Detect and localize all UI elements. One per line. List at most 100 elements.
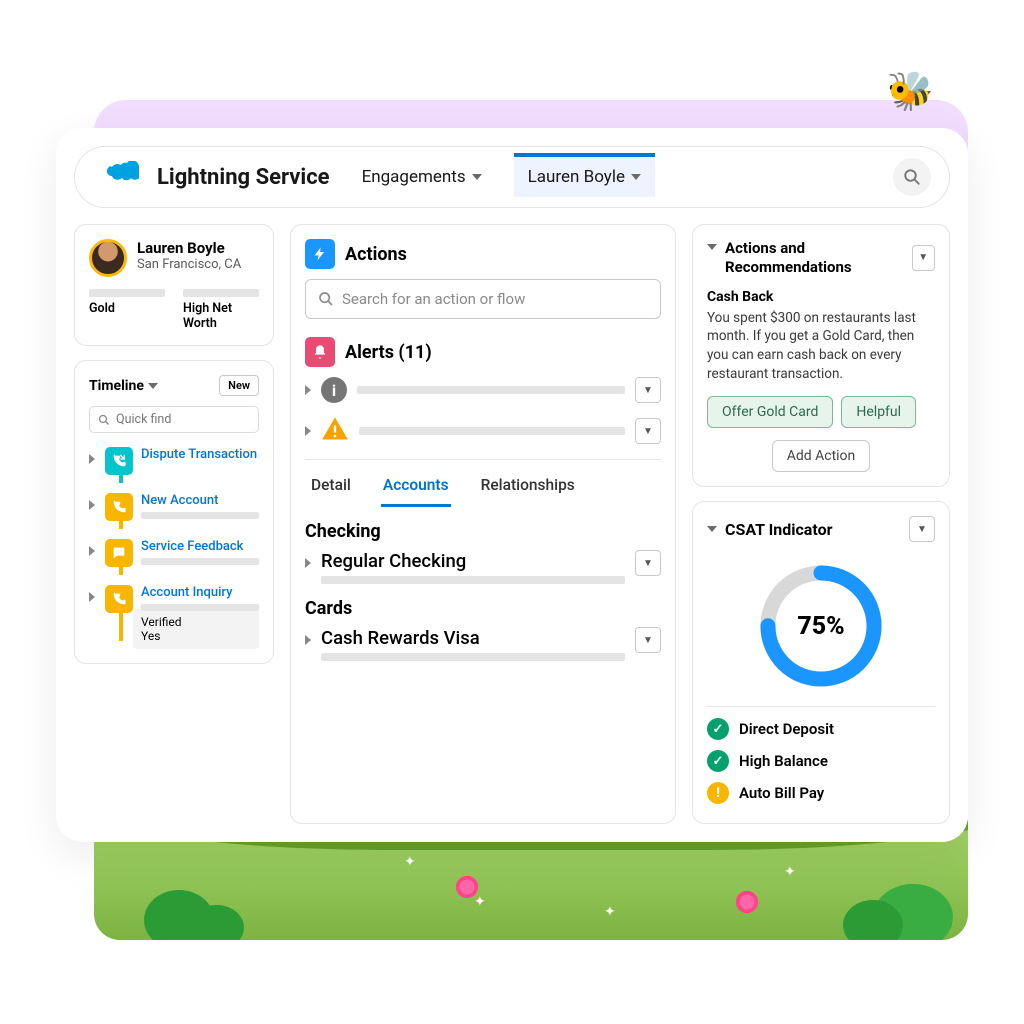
tab-detail[interactable]: Detail [309,470,353,507]
offer-gold-card-button[interactable]: Offer Gold Card [707,396,833,428]
group-cards-title: Cards [305,598,661,619]
action-search-input[interactable]: Search for an action or flow [305,279,661,319]
divider [707,706,935,707]
csat-percent-label: 75% [751,556,891,696]
account-row[interactable]: Cash Rewards Visa ▼ [305,627,661,661]
recommendations-card: Actions and Recommendations ▼ Cash Back … [692,224,950,487]
timeline-item-label: Service Feedback [141,539,259,554]
timeline-card: Timeline New Quick find [74,360,274,664]
avatar [89,239,127,277]
group-checking-title: Checking [305,521,661,542]
left-column: Lauren Boyle San Francisco, CA Gold High… [74,224,274,824]
profile-name: Lauren Boyle [137,239,241,257]
alerts-title: Alerts (11) [345,342,432,363]
alert-dropdown-button[interactable]: ▼ [635,377,661,403]
timeline-new-button[interactable]: New [219,375,259,396]
phone-in-icon [105,493,133,521]
timeline-item-label: Dispute Transaction [141,447,259,462]
right-column: Actions and Recommendations ▼ Cash Back … [692,224,950,824]
search-icon [98,414,110,426]
timeline-title-label: Timeline [89,378,144,394]
csat-title: CSAT Indicator [725,520,832,539]
indicator-label: High Balance [739,752,828,770]
timeline-item[interactable]: Account Inquiry [89,585,259,613]
search-icon [903,168,921,186]
phone-in-icon [105,585,133,613]
csat-menu-button[interactable]: ▼ [909,516,935,542]
account-dropdown-button[interactable]: ▼ [635,550,661,576]
lightning-icon [305,239,335,269]
warning-icon: ! [707,782,729,804]
salesforce-logo-icon [93,161,139,193]
reco-subtitle: Cash Back [707,289,935,305]
placeholder-bar [141,604,259,611]
account-dropdown-button[interactable]: ▼ [635,627,661,653]
profile-location: San Francisco, CA [137,257,241,272]
chevron-right-icon [89,546,95,556]
alert-row-warning[interactable]: ▼ [305,415,661,447]
tab-accounts[interactable]: Accounts [381,470,451,507]
actions-title: Actions [345,244,407,265]
badge-bar [89,289,165,297]
app-title: Lightning Service [157,165,330,190]
chevron-right-icon [305,635,311,645]
chevron-right-icon [89,500,95,510]
alert-row-info[interactable]: i ▼ [305,377,661,403]
divider [305,459,661,460]
bell-icon [305,337,335,367]
quick-find-input[interactable]: Quick find [89,406,259,433]
timeline-item-label: New Account [141,493,259,508]
csat-indicator: ✓High Balance [707,745,935,777]
app-header: Lightning Service Engagements Lauren Boy… [74,146,950,208]
search-icon [318,291,334,307]
csat-donut-chart: 75% [751,556,891,696]
detail-tabs: Detail Accounts Relationships [305,464,661,507]
verified-label: Verified [141,615,251,629]
chevron-down-icon[interactable] [707,244,717,250]
helpful-button[interactable]: Helpful [841,396,916,428]
chat-icon [105,539,133,567]
timeline-item[interactable]: New Account [89,493,259,521]
timeline-title[interactable]: Timeline [89,378,158,394]
warning-icon [321,415,349,447]
tab-relationships[interactable]: Relationships [479,470,577,507]
chevron-right-icon [305,385,311,395]
nav-engagements[interactable]: Engagements [348,157,496,197]
center-panel: Actions Search for an action or flow Ale… [290,224,676,824]
chevron-right-icon [305,426,311,436]
nav-engagements-label: Engagements [362,167,466,187]
info-icon: i [321,377,347,403]
badge-hnw: High Net Worth [183,301,259,331]
csat-card: CSAT Indicator ▼ 75% ✓Direct Deposit✓Hig… [692,501,950,824]
timeline-item[interactable]: Service Feedback [89,539,259,567]
quick-find-placeholder: Quick find [116,412,171,427]
placeholder-bar [321,576,625,584]
chevron-right-icon [89,592,95,602]
account-row[interactable]: Regular Checking ▼ [305,550,661,584]
profile-card: Lauren Boyle San Francisco, CA Gold High… [74,224,274,346]
bee-icon: 🐝 [887,70,934,114]
alert-dropdown-button[interactable]: ▼ [635,418,661,444]
add-action-button[interactable]: Add Action [772,440,871,472]
timeline-item-label: Account Inquiry [141,585,259,600]
chevron-down-icon[interactable] [707,526,717,532]
chevron-right-icon [89,454,95,464]
chevron-down-icon [631,174,641,180]
chevron-down-icon [472,174,482,180]
nav-active-tab[interactable]: Lauren Boyle [514,153,655,197]
account-name: Regular Checking [321,550,625,572]
verified-box: Verified Yes [133,609,259,649]
reco-body: You spent $300 on restaurants last month… [707,309,935,385]
badge-bar [183,289,259,297]
action-search-placeholder: Search for an action or flow [342,290,525,308]
app-window: Lightning Service Engagements Lauren Boy… [56,128,968,842]
global-search-button[interactable] [893,158,931,196]
placeholder-bar [141,558,259,565]
phone-in-icon [105,447,133,475]
recommendations-title: Actions and Recommendations [725,239,912,277]
csat-indicator: ✓Direct Deposit [707,713,935,745]
recommendations-menu-button[interactable]: ▼ [912,245,935,271]
chevron-down-icon [148,383,158,389]
indicator-label: Direct Deposit [739,720,834,738]
timeline-item[interactable]: Dispute Transaction [89,447,259,475]
